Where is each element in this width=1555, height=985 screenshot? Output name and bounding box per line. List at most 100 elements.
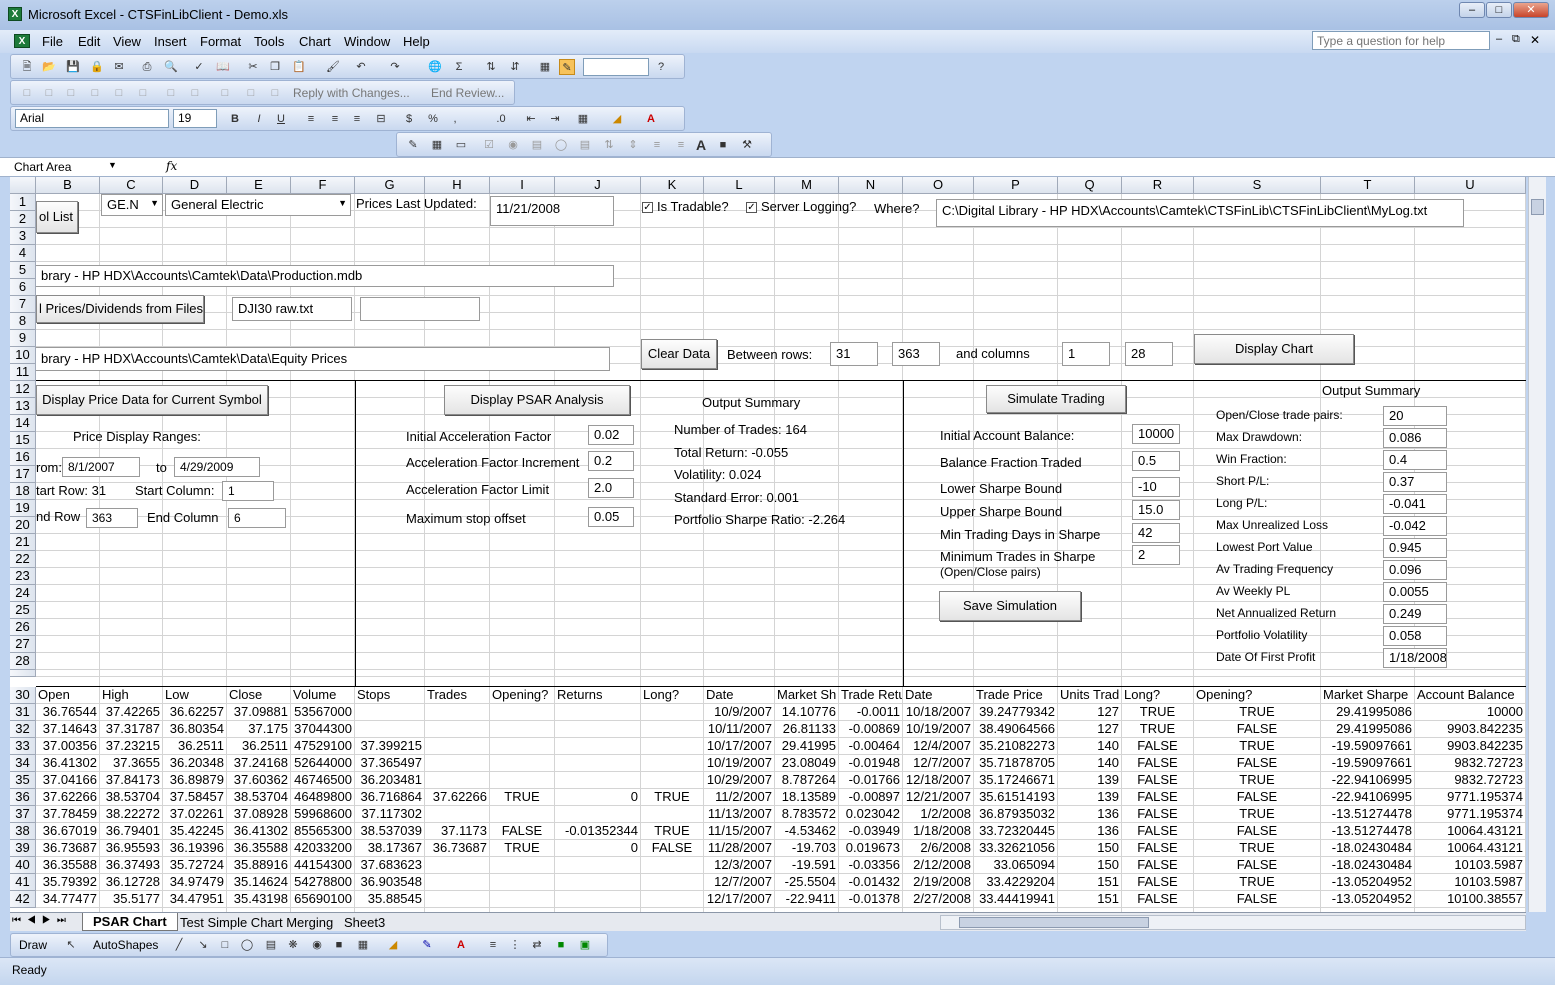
table-cell[interactable]: [643, 738, 701, 755]
equity-path-field[interactable]: brary - HP HDX\Accounts\Camtek\Data\Equi…: [36, 347, 610, 371]
table-cell[interactable]: [427, 721, 487, 738]
table-cell[interactable]: [557, 806, 638, 823]
table-cell[interactable]: -13.51274478: [1323, 806, 1412, 823]
table-cell[interactable]: -19.59097661: [1323, 755, 1412, 772]
file-name-field-2[interactable]: [360, 297, 480, 321]
table-cell[interactable]: 37.60362: [229, 772, 288, 789]
tradable-check-icon[interactable]: ✓: [642, 202, 653, 214]
row-header[interactable]: 31: [10, 704, 36, 721]
table-cell[interactable]: [643, 721, 701, 738]
column-header[interactable]: F: [291, 177, 355, 194]
tab-psar-chart[interactable]: PSAR Chart: [82, 913, 178, 931]
show-comment-icon[interactable]: □: [87, 85, 103, 101]
table-cell[interactable]: FALSE: [1196, 721, 1318, 738]
table-cell[interactable]: 33.4229204: [976, 874, 1055, 891]
table-cell[interactable]: [643, 772, 701, 789]
table-cell[interactable]: 29.41995: [777, 738, 836, 755]
table-cell[interactable]: 11/15/2007: [706, 823, 772, 840]
table-cell[interactable]: FALSE: [1196, 891, 1318, 908]
row-header[interactable]: 33: [10, 738, 36, 755]
column-header[interactable]: U: [1415, 177, 1526, 194]
table-cell[interactable]: 37.3655: [102, 755, 160, 772]
table-cell[interactable]: 37.00356: [38, 738, 97, 755]
row-header[interactable]: 42: [10, 891, 36, 908]
image-icon[interactable]: ■: [715, 137, 731, 153]
rectangle-icon[interactable]: □: [217, 937, 233, 953]
table-cell[interactable]: 0.019673: [841, 840, 900, 857]
row-header[interactable]: 1: [10, 194, 36, 211]
increase-indent-icon[interactable]: ⇥: [547, 111, 563, 127]
table-cell[interactable]: 54278800: [293, 874, 352, 891]
table-cell[interactable]: TRUE: [1196, 840, 1318, 857]
table-cell[interactable]: [557, 721, 638, 738]
row-header[interactable]: 38: [10, 823, 36, 840]
font-size-box[interactable]: 19: [173, 109, 217, 128]
borders-icon[interactable]: ▦: [575, 111, 591, 127]
table-cell[interactable]: 37.24168: [229, 755, 288, 772]
print-icon[interactable]: ⎙: [139, 59, 155, 75]
table-cell[interactable]: 35.61514193: [976, 789, 1055, 806]
table-cell[interactable]: 10/18/2007: [905, 704, 971, 721]
table-cell[interactable]: 12/18/2007: [905, 772, 971, 789]
column-header[interactable]: O: [903, 177, 974, 194]
save-icon[interactable]: 💾: [65, 59, 81, 75]
workbook-icon[interactable]: X: [14, 34, 30, 48]
research-icon[interactable]: 📖: [215, 59, 231, 75]
checkbox-icon[interactable]: ☑: [481, 137, 497, 153]
company-combo[interactable]: General Electric ▼: [165, 194, 351, 216]
table-cell[interactable]: TRUE: [1196, 806, 1318, 823]
percent-icon[interactable]: %: [425, 111, 441, 127]
table-cell[interactable]: 0: [557, 789, 638, 806]
table-cell[interactable]: [492, 721, 552, 738]
button-icon[interactable]: ▭: [453, 137, 469, 153]
table-cell[interactable]: 37.117302: [357, 806, 423, 823]
table-cell[interactable]: -0.03949: [841, 823, 900, 840]
table-cell[interactable]: 9903.842235: [1417, 738, 1523, 755]
corner-select-all[interactable]: [10, 177, 36, 194]
comma-icon[interactable]: ,: [447, 111, 463, 127]
table-cell[interactable]: 36.716864: [357, 789, 422, 806]
table-cell[interactable]: 8.783572: [777, 806, 836, 823]
table-cell[interactable]: 151: [1060, 874, 1119, 891]
table-cell[interactable]: [643, 891, 701, 908]
table-cell[interactable]: -0.00464: [841, 738, 900, 755]
row-header[interactable]: 15: [10, 432, 36, 449]
sim-summary-field[interactable]: 0.096: [1383, 560, 1447, 580]
redo-icon[interactable]: ↷: [387, 59, 403, 75]
column-header[interactable]: Q: [1058, 177, 1122, 194]
decrease-indent-icon[interactable]: ⇤: [523, 111, 539, 127]
table-cell[interactable]: 14.10776: [777, 704, 836, 721]
font-color-icon[interactable]: A: [643, 111, 659, 127]
table-cell[interactable]: FALSE: [1196, 823, 1318, 840]
doc-minimize-icon[interactable]: –: [1496, 33, 1502, 45]
shadow-icon[interactable]: ■: [553, 937, 569, 953]
prices-updated-field[interactable]: 11/21/2008: [490, 196, 614, 226]
sim-param-field[interactable]: 2: [1132, 545, 1180, 565]
vertical-scroll-thumb[interactable]: [1531, 199, 1544, 215]
table-cell[interactable]: 35.72724: [165, 857, 224, 874]
table-cell[interactable]: FALSE: [1124, 789, 1191, 806]
table-cell[interactable]: [557, 857, 638, 874]
col-to-field[interactable]: 28: [1125, 342, 1173, 366]
column-header[interactable]: C: [100, 177, 163, 194]
table-cell[interactable]: FALSE: [1124, 772, 1191, 789]
table-cell[interactable]: [557, 891, 638, 908]
tradable-checkbox[interactable]: ✓ Is Tradable?: [642, 199, 729, 214]
underline-icon[interactable]: U: [273, 111, 289, 127]
start-column-field[interactable]: 1: [222, 481, 274, 501]
table-cell[interactable]: 46489800: [293, 789, 352, 806]
row-header[interactable]: 30: [10, 687, 36, 704]
col-from-field[interactable]: 1: [1062, 342, 1110, 366]
table-cell[interactable]: 9832.72723: [1417, 755, 1523, 772]
save-simulation-button[interactable]: Save Simulation: [939, 591, 1081, 621]
table-cell[interactable]: 140: [1060, 738, 1119, 755]
row-header[interactable]: 22: [10, 551, 36, 568]
table-cell[interactable]: 47529100: [293, 738, 352, 755]
listbox-icon[interactable]: ▤: [529, 137, 545, 153]
table-cell[interactable]: 9771.195374: [1417, 806, 1523, 823]
table-cell[interactable]: 11/28/2007: [706, 840, 772, 857]
sim-summary-field[interactable]: 0.37: [1383, 472, 1447, 492]
table-cell[interactable]: 36.73687: [427, 840, 487, 857]
table-cell[interactable]: [357, 721, 422, 738]
row-header[interactable]: 28: [10, 653, 36, 670]
